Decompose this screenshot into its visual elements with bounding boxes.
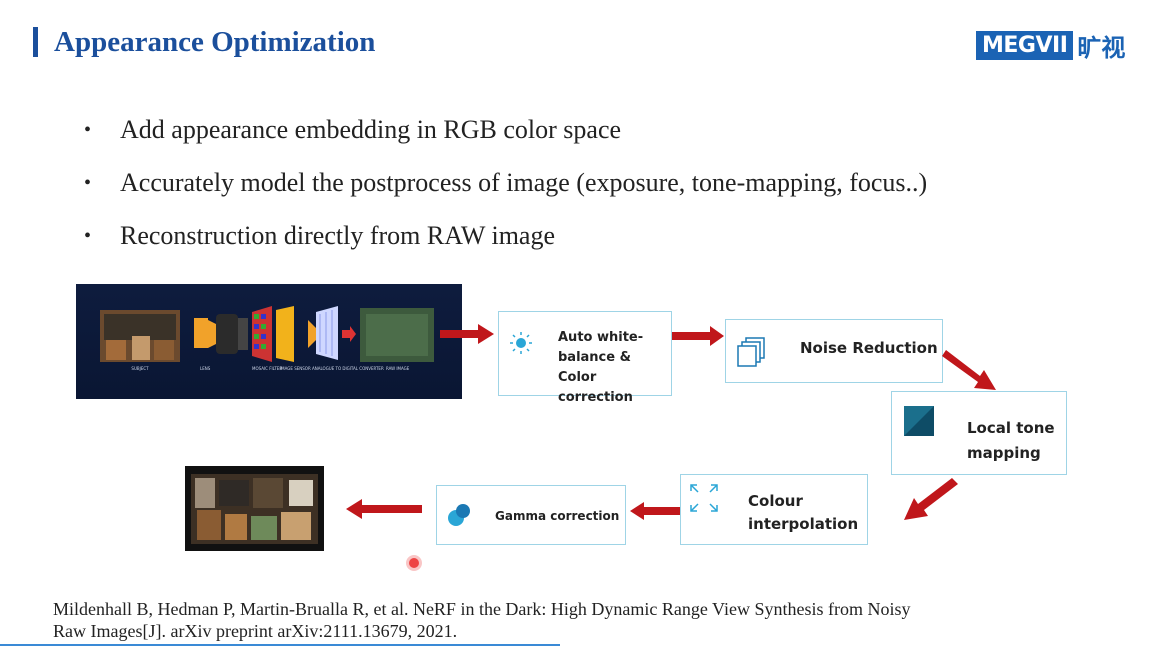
slide-title: Appearance Optimization [54,26,376,58]
caption-lens: LENS [200,366,211,371]
step-auto-white-balance: Auto white-balance & Color correction [498,311,672,405]
recording-indicator [409,558,419,568]
citation-line-1: Mildenhall B, Hedman P, Martin-Brualla R… [53,599,911,619]
step-label: Gamma correction [495,509,620,523]
step-noise-reduction: Noise Reduction [725,319,943,383]
arrow-right-icon [672,326,724,346]
caption-raw-image: RAW IMAGE [386,366,410,371]
citation-line-2: Raw Images[J]. arXiv preprint arXiv:2111… [53,621,458,641]
arrow-left-icon [346,499,422,519]
sun-icon [510,332,532,354]
arrow-left-icon [630,502,680,520]
step-local-tone-mapping: Local tone mapping [891,391,1067,475]
step-colour-interpolation: Colour interpolation [680,474,868,545]
footer-divider [0,644,560,646]
arrow-down-left-icon [904,478,958,520]
bullet-item: • Add appearance embedding in RGB color s… [84,110,927,163]
logo-text: MEGVII [976,31,1074,60]
arrow-right-icon [440,324,494,344]
bullet-item: • Reconstruction directly from RAW image [84,216,927,269]
megvii-logo: MEGVII 旷视 [976,28,1125,63]
caption-mosaic-filter: MOSAIC FILTER [252,366,282,371]
output-image [185,466,324,551]
citation: Mildenhall B, Hedman P, Martin-Brualla R… [53,598,910,642]
step-label: Colour interpolation [748,492,859,533]
step-gamma-correction: Gamma correction [436,485,626,545]
logo-cn-text: 旷视 [1077,34,1126,62]
camera-pipeline-image: SUBJECT LENS MOSAIC FILTER IMAGE SENSOR … [76,284,462,399]
step-label: Noise Reduction [800,339,938,357]
arrow-down-right-icon [942,350,996,390]
bullet-dot-icon: • [84,225,92,247]
bullet-item: • Accurately model the postprocess of ima… [84,163,927,216]
step-label: Local tone mapping [967,419,1055,462]
tone-square-icon [904,406,934,436]
bullet-dot-icon: • [84,172,92,194]
bullet-list: • Add appearance embedding in RGB color s… [84,110,927,269]
step-label: Auto white-balance & Color correction [558,330,644,405]
caption-image-sensor: IMAGE SENSOR [280,366,311,371]
caption-subject: SUBJECT [131,366,149,371]
camera-pipeline-graphic: SUBJECT LENS MOSAIC FILTER IMAGE SENSOR … [100,306,434,371]
title-accent-bar [33,27,38,57]
stacked-layers-icon [737,337,765,367]
gamma-circles-icon [448,504,470,526]
caption-adc: ANALOGUE TO DIGITAL CONVERTER [312,366,384,371]
bullet-dot-icon: • [84,119,92,141]
output-image-graphic [191,474,318,544]
expand-icon [690,484,718,512]
